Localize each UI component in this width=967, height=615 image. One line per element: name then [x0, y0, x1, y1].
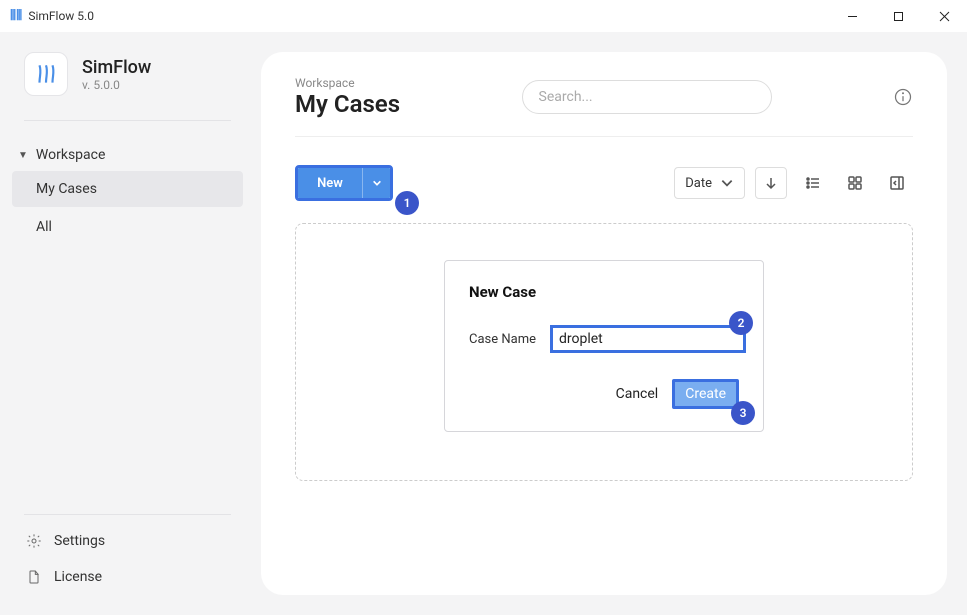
cases-dropzone: New Case Case Name 2 Cancel Create 3	[295, 223, 913, 481]
case-name-input[interactable]	[550, 325, 746, 353]
arrow-down-icon	[764, 176, 778, 190]
chevron-down-icon: ▼	[18, 150, 28, 161]
app-logo-small: ⦀⦀	[10, 8, 22, 24]
new-case-dialog: New Case Case Name 2 Cancel Create 3	[444, 260, 764, 432]
nav-item-my-cases[interactable]: My Cases	[12, 171, 243, 207]
callout-badge-3: 3	[731, 401, 755, 425]
window-maximize-button[interactable]	[875, 0, 921, 32]
case-name-label: Case Name	[469, 332, 536, 347]
sort-direction-button[interactable]	[755, 167, 787, 199]
sidebar-settings-label: Settings	[54, 533, 105, 549]
brand-icon	[24, 52, 68, 96]
nav-item-all[interactable]: All	[12, 209, 243, 245]
sidebar-license[interactable]: License	[12, 559, 243, 595]
sidebar-settings[interactable]: Settings	[12, 523, 243, 559]
divider	[24, 120, 231, 121]
chevron-down-icon	[720, 176, 734, 190]
divider	[24, 514, 231, 515]
cancel-button[interactable]: Cancel	[616, 386, 659, 402]
dialog-title: New Case	[469, 283, 739, 301]
gear-icon	[26, 533, 42, 549]
grid-icon	[848, 176, 862, 190]
nav-item-label: All	[36, 219, 52, 235]
new-button[interactable]: New	[298, 168, 362, 198]
brand: SimFlow v. 5.0.0	[0, 52, 255, 112]
main-card: Workspace My Cases New 1	[261, 52, 947, 595]
brand-name: SimFlow	[82, 57, 151, 78]
brand-version: v. 5.0.0	[82, 78, 151, 92]
callout-badge-1: 1	[395, 191, 419, 215]
nav-item-label: My Cases	[36, 181, 97, 197]
new-button-label: New	[317, 176, 343, 191]
titlebar: ⦀⦀ SimFlow 5.0	[0, 0, 967, 32]
window-close-button[interactable]	[921, 0, 967, 32]
chevron-down-icon	[372, 178, 382, 188]
panel-icon	[890, 176, 904, 190]
workspace-label: Workspace	[295, 76, 400, 90]
sidebar: SimFlow v. 5.0.0 ▼ Workspace My Cases Al…	[0, 32, 255, 615]
sidebar-license-label: License	[54, 569, 102, 585]
file-icon	[26, 569, 42, 585]
sort-field-button[interactable]: Date	[674, 167, 745, 199]
panel-toggle-button[interactable]	[881, 167, 913, 199]
list-icon	[806, 176, 820, 190]
nav-header-label: Workspace	[36, 147, 106, 163]
new-button-group: New	[295, 165, 393, 201]
info-icon[interactable]	[893, 87, 913, 107]
nav-section-workspace[interactable]: ▼ Workspace	[12, 141, 243, 169]
view-grid-button[interactable]	[839, 167, 871, 199]
view-list-button[interactable]	[797, 167, 829, 199]
window-minimize-button[interactable]	[829, 0, 875, 32]
create-button[interactable]: Create	[672, 379, 739, 409]
callout-badge-2: 2	[729, 311, 753, 335]
window-title: SimFlow 5.0	[28, 9, 94, 23]
page-title: My Cases	[295, 90, 400, 118]
new-button-dropdown[interactable]	[362, 168, 390, 198]
sort-field-label: Date	[685, 176, 712, 191]
search-input[interactable]	[522, 80, 772, 114]
